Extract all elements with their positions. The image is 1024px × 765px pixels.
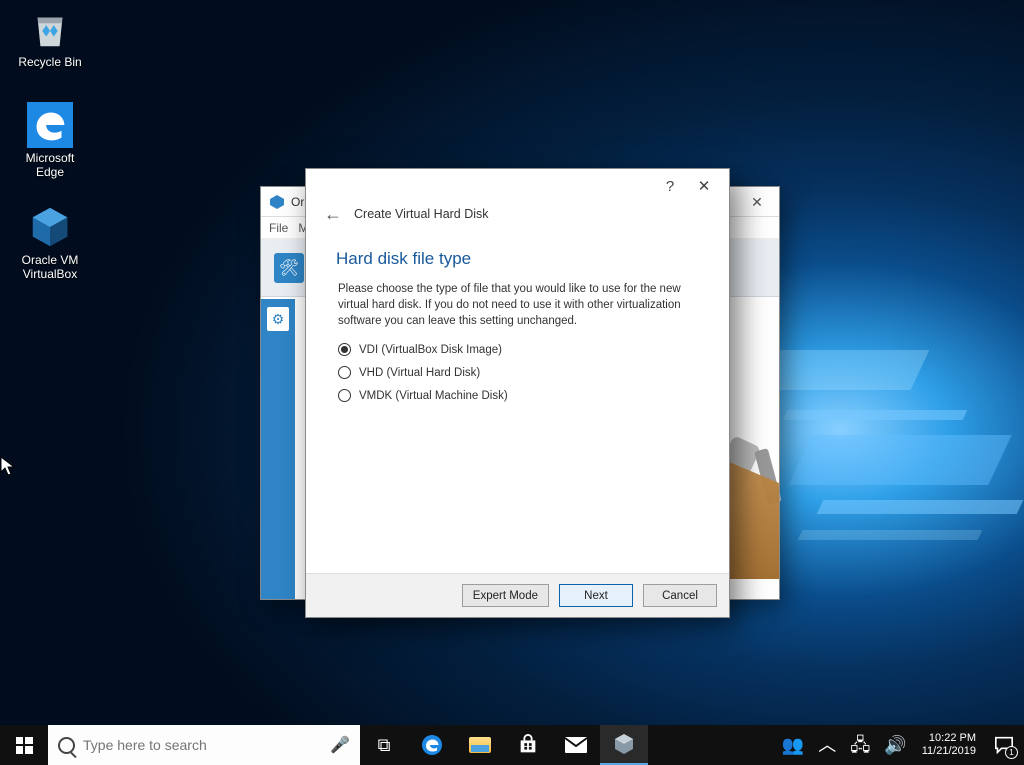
taskbar-app-edge[interactable] [408,725,456,765]
radio-icon [338,366,351,379]
section-description: Please choose the type of file that you … [338,281,703,329]
close-icon[interactable]: ✕ [743,187,771,217]
virtualbox-icon [612,732,636,756]
dialog-title: Create Virtual Hard Disk [354,207,489,221]
taskbar-app-virtualbox[interactable] [600,725,648,765]
dialog-titlebar[interactable]: ? ✕ [306,169,729,203]
radio-icon [338,389,351,402]
clock-time: 10:22 PM [929,732,976,745]
radio-label: VMDK (Virtual Machine Disk) [359,390,508,402]
search-icon [58,737,75,754]
task-view-icon: ⧉ [378,736,391,754]
start-button[interactable] [0,725,48,765]
create-virtual-hard-disk-dialog[interactable]: ? ✕ ← Create Virtual Hard Disk Hard disk… [305,168,730,618]
radio-label: VDI (VirtualBox Disk Image) [359,344,502,356]
menu-file[interactable]: File [269,221,288,235]
taskbar-app-mail[interactable] [552,725,600,765]
sidebar: ⚙ [261,299,295,599]
next-button[interactable]: Next [559,584,633,607]
desktop-icon-label: Recycle Bin [10,55,90,69]
radio-option-vmdk[interactable]: VMDK (Virtual Machine Disk) [338,389,703,402]
edge-icon [27,102,73,148]
taskbar-clock[interactable]: 10:22 PM 11/21/2019 [914,732,984,758]
virtualbox-icon [27,204,73,250]
expert-mode-button[interactable]: Expert Mode [462,584,549,607]
tray-volume-icon[interactable]: 🔊 [877,725,913,765]
store-icon [517,734,539,756]
close-icon[interactable]: ✕ [687,177,721,195]
cancel-button[interactable]: Cancel [643,584,717,607]
desktop-light-rays [760,350,1024,610]
mouse-cursor [0,456,16,478]
radio-label: VHD (Virtual Hard Disk) [359,367,480,379]
search-input[interactable] [83,737,322,753]
tools-icon: 🛠 [274,253,304,283]
tray-people-icon[interactable]: 👥 [775,725,811,765]
taskbar[interactable]: 🎤 ⧉ 👥 ︿ 🖧 🔊 10:22 PM 11/21/2019 1 [0,725,1024,765]
back-arrow-icon[interactable]: ← [324,205,342,223]
notification-badge: 1 [1005,746,1018,759]
dialog-content: Hard disk file type Please choose the ty… [306,233,729,573]
system-tray[interactable]: 👥 ︿ 🖧 🔊 10:22 PM 11/21/2019 1 [775,725,1024,765]
mail-icon [564,735,588,755]
desktop-icon-virtualbox[interactable]: Oracle VM VirtualBox [10,204,90,281]
radio-option-vhd[interactable]: VHD (Virtual Hard Disk) [338,366,703,379]
edge-icon [420,733,444,757]
file-explorer-icon [469,737,491,753]
desktop-icon-label: Oracle VM VirtualBox [10,253,90,281]
desktop-icon-edge[interactable]: Microsoft Edge [10,102,90,179]
virtualbox-icon [269,194,285,210]
windows-logo-icon [16,737,33,754]
clock-date: 11/21/2019 [922,745,976,758]
help-button[interactable]: ? [653,178,687,195]
recycle-bin-icon [27,6,73,52]
sidebar-tools-icon[interactable]: ⚙ [267,307,289,331]
tray-overflow-chevron-icon[interactable]: ︿ [811,725,843,765]
dialog-footer: Expert Mode Next Cancel [306,573,729,617]
taskbar-app-store[interactable] [504,725,552,765]
taskbar-search[interactable]: 🎤 [48,725,360,765]
desktop-icon-recycle-bin[interactable]: Recycle Bin [10,6,90,69]
microphone-icon[interactable]: 🎤 [330,735,350,755]
desktop-icon-label: Microsoft Edge [10,151,90,179]
taskbar-app-file-explorer[interactable] [456,725,504,765]
radio-option-vdi[interactable]: VDI (VirtualBox Disk Image) [338,343,703,356]
radio-icon [338,343,351,356]
section-heading: Hard disk file type [336,249,703,269]
task-view-button[interactable]: ⧉ [360,725,408,765]
action-center-button[interactable]: 1 [984,725,1024,765]
tray-network-icon[interactable]: 🖧 [843,725,877,765]
